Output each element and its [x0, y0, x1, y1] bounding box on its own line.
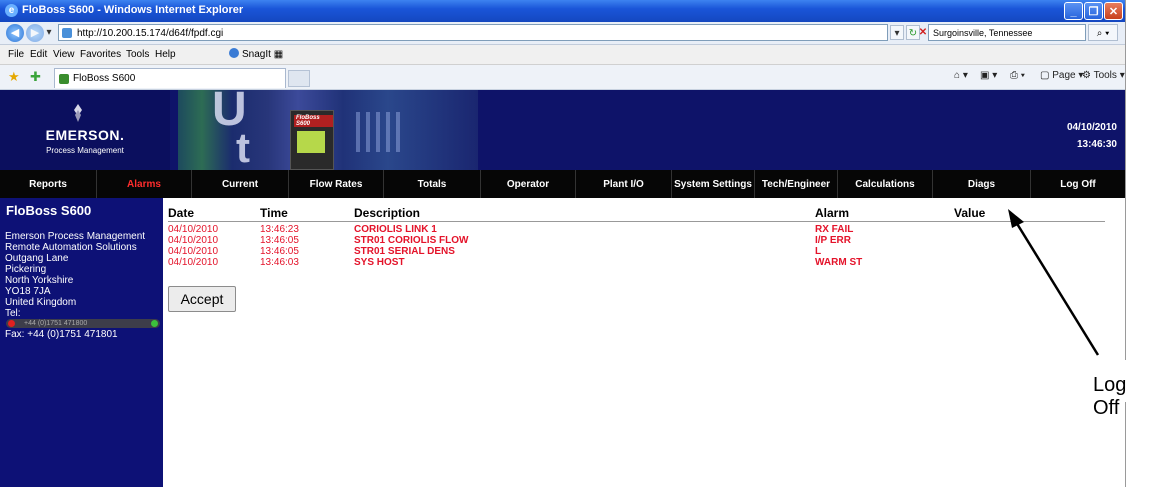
annotation-arrow	[1008, 209, 1100, 356]
